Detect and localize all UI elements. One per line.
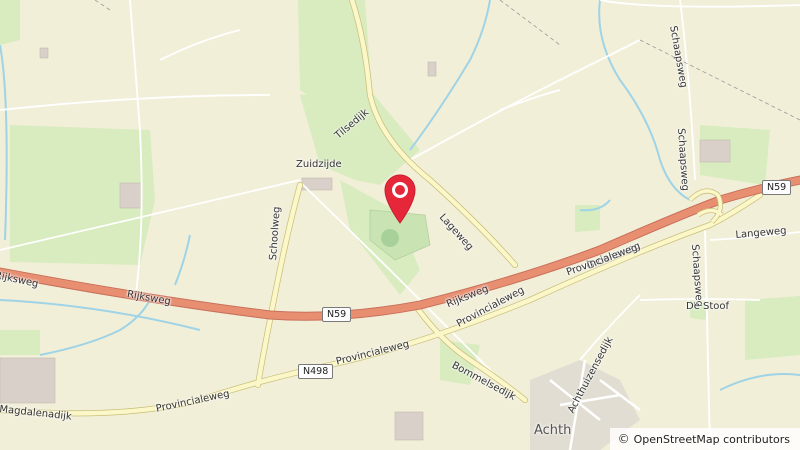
road-shield-n59: N59 [322,307,352,322]
map-view[interactable]: Zuidzijde Tilsedijk Lageweg Schoolweg Ri… [0,0,800,450]
grass-field [745,296,800,360]
power-line [639,39,800,121]
place-label-zuidzijde: Zuidzijde [296,159,342,170]
water-stream [39,299,151,356]
building [394,411,424,441]
building [39,47,49,59]
water-stream [0,44,8,241]
water-stream [409,0,491,151]
building [427,61,437,77]
minor-road [499,89,561,111]
water-stream [719,373,800,391]
grass-field [0,0,20,45]
industrial-building [0,357,56,404]
copyright-symbol: © [617,432,630,446]
place-label-de-stoof: De Stoof [686,301,730,312]
attribution-link[interactable]: OpenStreetMap contributors [634,433,790,446]
map-pin-icon[interactable] [383,172,417,224]
power-line [499,0,561,46]
road-shield-n498: N498 [298,364,334,379]
minor-road [599,0,800,8]
minor-road [159,29,241,61]
map-attribution: © OpenStreetMap contributors [609,428,800,450]
building [119,182,143,209]
water-stream [174,234,191,286]
power-line [94,0,111,11]
building [699,139,731,163]
place-label-achthuizen: Achth [534,423,572,438]
park-icon [381,229,399,247]
road-shield-n59-right: N59 [762,180,792,195]
minor-road [0,94,271,111]
minor-road [704,229,711,450]
grass-field [0,330,40,355]
